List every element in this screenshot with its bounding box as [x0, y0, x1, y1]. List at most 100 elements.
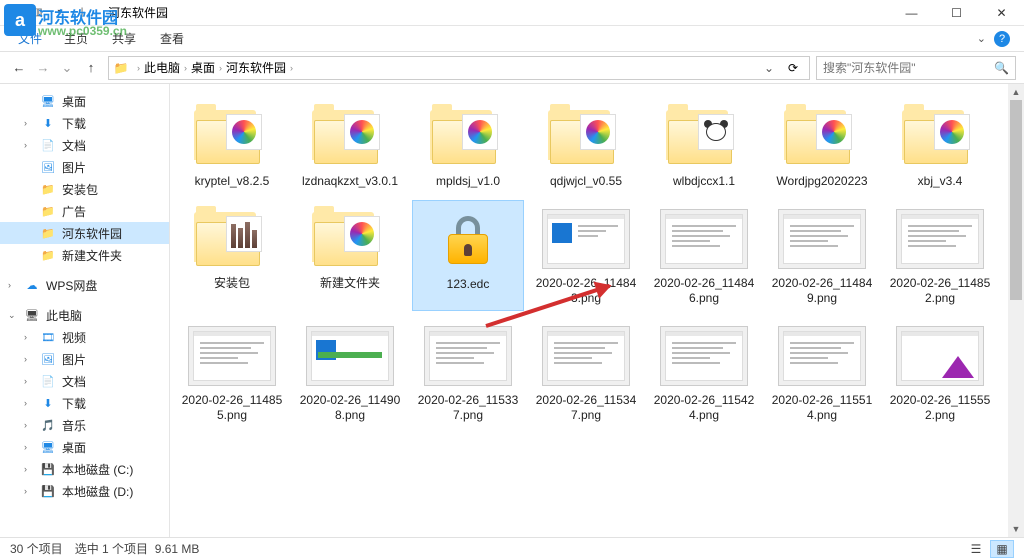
- chevron-right-icon[interactable]: ›: [24, 420, 27, 430]
- search-icon[interactable]: 🔍: [994, 61, 1009, 75]
- folder-item[interactable]: xbj_v3.4: [884, 98, 996, 194]
- chevron-right-icon[interactable]: ›: [24, 376, 27, 386]
- file-item-image[interactable]: 2020-02-26_114849.png: [766, 200, 878, 311]
- sidebar-item[interactable]: ›💾本地磁盘 (D:): [0, 480, 169, 502]
- file-item-image[interactable]: 2020-02-26_114855.png: [176, 317, 288, 428]
- sidebar-item[interactable]: 🖥桌面: [0, 90, 169, 112]
- qat-dropdown-icon[interactable]: ▾: [52, 5, 68, 21]
- sidebar-item[interactable]: ›🎞视频: [0, 326, 169, 348]
- nav-back-button[interactable]: ←: [8, 57, 30, 79]
- sidebar-label: 桌面: [62, 439, 86, 456]
- content-area[interactable]: kryptel_v8.2.5lzdnaqkzxt_v3.0.1mpldsj_v1…: [170, 84, 1024, 537]
- search-box[interactable]: 🔍: [816, 56, 1016, 80]
- ribbon-tab-home[interactable]: 主页: [52, 26, 100, 51]
- chevron-right-icon[interactable]: ›: [24, 398, 27, 408]
- breadcrumb-part[interactable]: 桌面: [191, 59, 215, 76]
- sidebar-item[interactable]: ›⬇下载: [0, 392, 169, 414]
- ribbon-tab-share[interactable]: 共享: [100, 26, 148, 51]
- sidebar-label: 河东软件园: [62, 225, 122, 242]
- file-item-image[interactable]: 2020-02-26_115514.png: [766, 317, 878, 428]
- ribbon-tab-view[interactable]: 查看: [148, 26, 196, 51]
- chevron-right-icon[interactable]: ›: [24, 140, 27, 150]
- close-button[interactable]: ✕: [979, 0, 1024, 26]
- chevron-right-icon[interactable]: ›: [24, 442, 27, 452]
- refresh-icon[interactable]: ⟳: [781, 61, 805, 75]
- folder-item[interactable]: mpldsj_v1.0: [412, 98, 524, 194]
- item-label: 2020-02-26_115424.png: [650, 393, 758, 424]
- folder-item[interactable]: lzdnaqkzxt_v3.0.1: [294, 98, 406, 194]
- file-item-image[interactable]: 2020-02-26_115552.png: [884, 317, 996, 428]
- item-label: 2020-02-26_115514.png: [768, 393, 876, 424]
- chevron-right-icon[interactable]: ›: [24, 118, 27, 128]
- ribbon-expand-icon[interactable]: ⌄: [977, 32, 986, 45]
- file-item-image[interactable]: 2020-02-26_115337.png: [412, 317, 524, 428]
- file-item-image[interactable]: 2020-02-26_114908.png: [294, 317, 406, 428]
- chevron-right-icon[interactable]: ›: [24, 354, 27, 364]
- disk-icon: 💾: [40, 483, 56, 499]
- folder-item[interactable]: 新建文件夹: [294, 200, 406, 311]
- watermark-logo: a: [4, 4, 36, 36]
- document-icon: 📄: [40, 137, 56, 153]
- chevron-right-icon[interactable]: ›: [219, 63, 222, 73]
- scroll-up-icon[interactable]: ▲: [1008, 84, 1024, 100]
- chevron-down-icon[interactable]: ⌄: [8, 310, 16, 321]
- sidebar-label: 广告: [62, 203, 86, 220]
- item-thumbnail: [656, 321, 752, 391]
- sidebar-item[interactable]: ›💾本地磁盘 (C:): [0, 458, 169, 480]
- sidebar-label: 下载: [62, 115, 86, 132]
- folder-item[interactable]: kryptel_v8.2.5: [176, 98, 288, 194]
- help-icon[interactable]: ?: [994, 31, 1010, 47]
- sidebar-item-wps[interactable]: › ☁ WPS网盘: [0, 274, 169, 296]
- maximize-button[interactable]: ☐: [934, 0, 979, 26]
- scrollbar-thumb[interactable]: [1010, 100, 1022, 300]
- sidebar-item[interactable]: 📁河东软件园: [0, 222, 169, 244]
- sidebar-item[interactable]: 📁安装包: [0, 178, 169, 200]
- scrollbar[interactable]: ▲ ▼: [1008, 84, 1024, 537]
- file-item-encrypted[interactable]: 123.edc: [412, 200, 524, 311]
- sidebar-item[interactable]: 📁新建文件夹: [0, 244, 169, 266]
- sidebar-label: 桌面: [62, 93, 86, 110]
- file-item-image[interactable]: 2020-02-26_115424.png: [648, 317, 760, 428]
- scroll-down-icon[interactable]: ▼: [1008, 521, 1024, 537]
- folder-icon: 📁: [40, 181, 56, 197]
- search-input[interactable]: [823, 61, 994, 75]
- sidebar-item[interactable]: ›🖼图片: [0, 348, 169, 370]
- nav-forward-button[interactable]: →: [32, 57, 54, 79]
- breadcrumb-part[interactable]: 此电脑: [144, 59, 180, 76]
- nav-up-button[interactable]: ↑: [80, 57, 102, 79]
- chevron-right-icon[interactable]: ›: [184, 63, 187, 73]
- item-thumbnail: [774, 204, 870, 274]
- sidebar-item[interactable]: 📁广告: [0, 200, 169, 222]
- chevron-right-icon[interactable]: ›: [137, 63, 140, 73]
- breadcrumb-part[interactable]: 河东软件园: [226, 59, 286, 76]
- sidebar-item[interactable]: ›🎵音乐: [0, 414, 169, 436]
- folder-item[interactable]: wlbdjccx1.1: [648, 98, 760, 194]
- folder-item[interactable]: Wordjpg2020223: [766, 98, 878, 194]
- item-label: Wordjpg2020223: [776, 174, 867, 190]
- file-item-image[interactable]: 2020-02-26_115347.png: [530, 317, 642, 428]
- folder-item[interactable]: 安装包: [176, 200, 288, 311]
- sidebar-item[interactable]: ›📄文档: [0, 370, 169, 392]
- sidebar-item[interactable]: ›⬇下载: [0, 112, 169, 134]
- file-item-image[interactable]: 2020-02-26_114846.png: [648, 200, 760, 311]
- sidebar-item[interactable]: ›🖥桌面: [0, 436, 169, 458]
- folder-item[interactable]: qdjwjcl_v0.55: [530, 98, 642, 194]
- folder-icon: 📁: [40, 247, 56, 263]
- chevron-right-icon[interactable]: ›: [24, 486, 27, 496]
- chevron-right-icon[interactable]: ›: [24, 332, 27, 342]
- minimize-button[interactable]: —: [889, 0, 934, 26]
- breadcrumb-dropdown-icon[interactable]: ⌄: [757, 57, 781, 79]
- sidebar-item[interactable]: ›📄文档: [0, 134, 169, 156]
- sidebar-item-thispc[interactable]: ⌄ 🖥 此电脑: [0, 304, 169, 326]
- nav-history-dropdown[interactable]: ⌄: [56, 57, 78, 79]
- chevron-right-icon[interactable]: ›: [290, 63, 293, 73]
- view-icons-button[interactable]: ▦: [990, 540, 1014, 558]
- sidebar-item[interactable]: 🖼图片: [0, 156, 169, 178]
- breadcrumb[interactable]: 📁 › 此电脑 › 桌面 › 河东软件园 › ⌄ ⟳: [108, 56, 810, 80]
- file-item-image[interactable]: 2020-02-26_114852.png: [884, 200, 996, 311]
- document-icon: 📄: [40, 373, 56, 389]
- chevron-right-icon[interactable]: ›: [8, 280, 11, 290]
- music-icon: 🎵: [40, 417, 56, 433]
- chevron-right-icon[interactable]: ›: [24, 464, 27, 474]
- view-details-button[interactable]: ☰: [964, 540, 988, 558]
